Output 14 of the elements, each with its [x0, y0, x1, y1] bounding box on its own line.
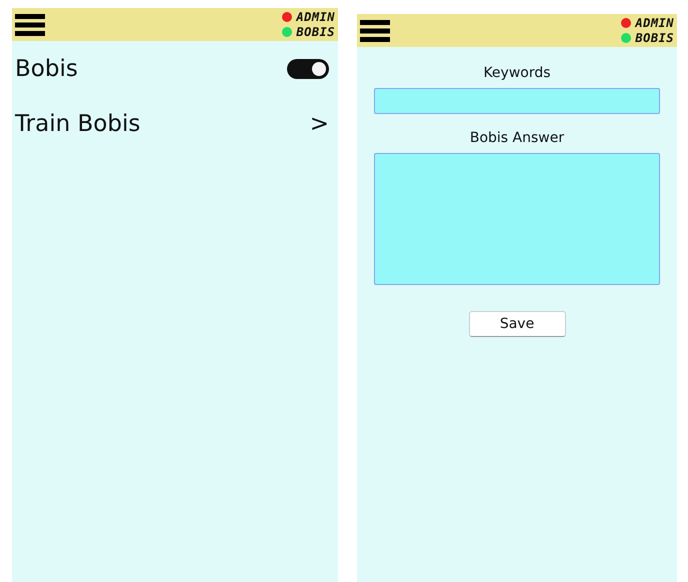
input-field[interactable] [374, 88, 660, 114]
setting-label: Bobis [15, 56, 78, 82]
menu-item-label[interactable]: Train Bobis [15, 110, 140, 136]
menu-icon[interactable] [360, 20, 390, 42]
status-label: BOBIS [635, 31, 674, 45]
field-label: Keywords [483, 65, 551, 81]
save-button[interactable]: Save [468, 311, 566, 337]
status-label: BOBIS [296, 25, 335, 39]
menu-icon[interactable] [15, 14, 45, 36]
status-label: ADMIN [635, 16, 674, 30]
status-label: ADMIN [296, 10, 335, 24]
toggle-switch[interactable] [287, 58, 329, 78]
chevron[interactable]: > [310, 110, 329, 136]
field-label: Bobis Answer [470, 130, 564, 146]
